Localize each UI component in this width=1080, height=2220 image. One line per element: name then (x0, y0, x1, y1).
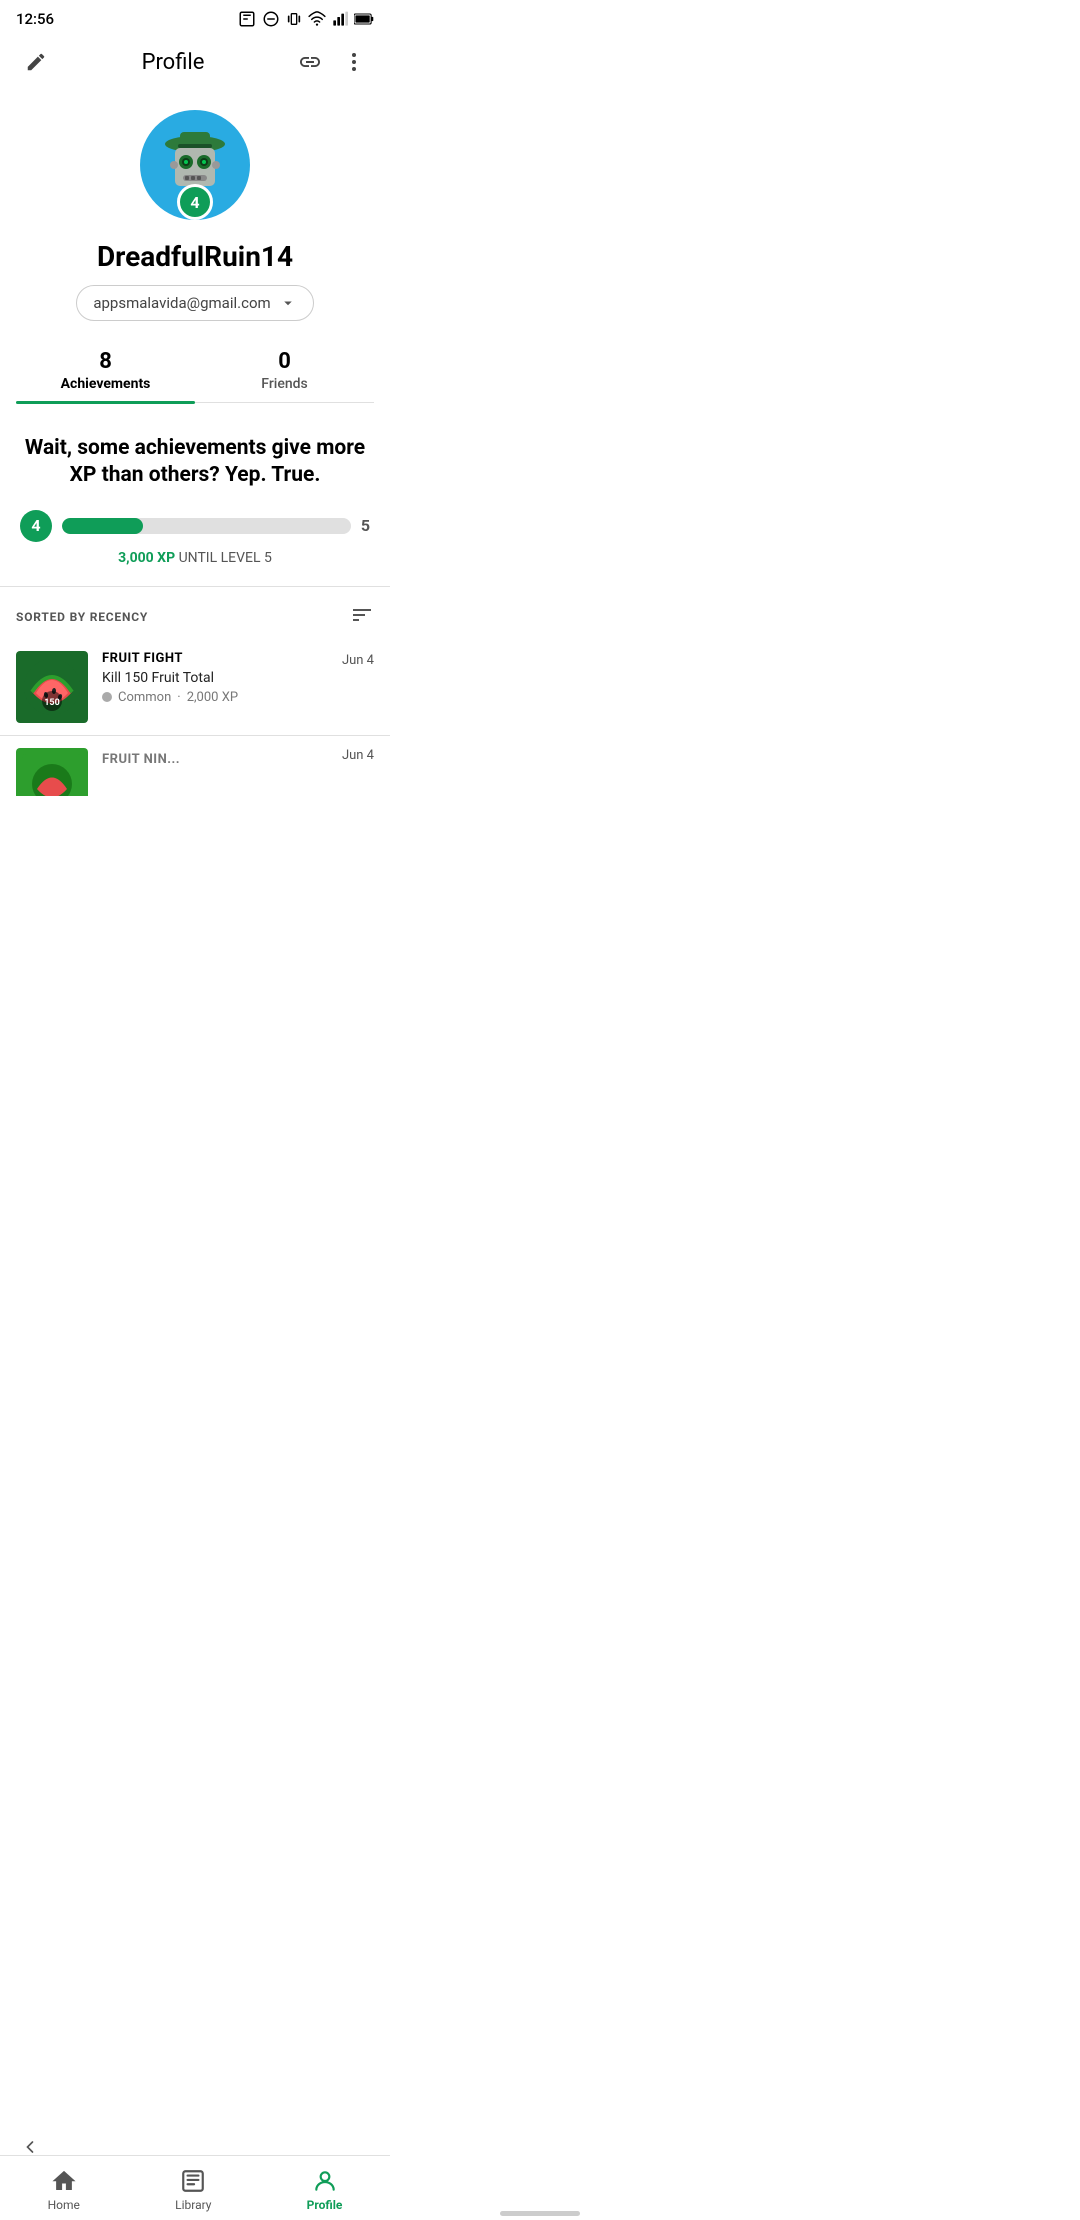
avatar-container: 4 (140, 110, 250, 220)
back-icon (20, 2137, 40, 2157)
achievements-count: 8 (99, 349, 112, 374)
username: DreadfulRuin14 (97, 240, 293, 273)
rarity-dot (102, 692, 112, 702)
more-button[interactable] (334, 42, 374, 82)
bottom-nav: Home Library Profile (0, 2155, 390, 2220)
separator: · (177, 690, 180, 705)
back-button[interactable] (10, 2132, 50, 2162)
library-icon (180, 2168, 206, 2194)
current-level: 4 (20, 510, 52, 542)
notification-icon (238, 10, 256, 28)
friends-count: 0 (278, 349, 291, 374)
nav-profile[interactable]: Profile (287, 2164, 363, 2216)
battery-icon (354, 12, 374, 26)
status-bar: 12:56 (0, 0, 390, 34)
more-icon (342, 50, 366, 74)
wifi-icon (308, 10, 326, 28)
sort-icon (350, 603, 374, 627)
level-badge: 4 (177, 184, 213, 220)
edit-button[interactable] (16, 42, 56, 82)
dropdown-icon (279, 294, 297, 312)
email-text: appsmalavida@gmail.com (93, 294, 270, 312)
xp-message: Wait, some achievements give more XP tha… (20, 435, 370, 490)
link-icon (298, 50, 322, 74)
signal-icon (332, 10, 348, 28)
page-title: Profile (142, 50, 205, 75)
nav-home-label: Home (48, 2198, 80, 2212)
xp-needed: 3,000 XP (118, 550, 175, 566)
sorted-label: SORTED BY RECENCY (16, 610, 148, 624)
status-time: 12:56 (16, 10, 54, 28)
achievement-meta: Common · 2,000 XP (102, 690, 328, 705)
achievement-thumb: 150 (16, 651, 88, 723)
home-icon (51, 2168, 77, 2194)
achievement-game: FRUIT FIGHT (102, 651, 328, 666)
app-bar-actions (290, 42, 374, 82)
link-button[interactable] (290, 42, 330, 82)
achievement-image-2 (22, 754, 82, 796)
nav-home[interactable]: Home (28, 2164, 100, 2216)
profile-icon (312, 2168, 338, 2194)
friends-label: Friends (261, 376, 307, 392)
sorted-section: SORTED BY RECENCY (0, 587, 390, 639)
svg-text:150: 150 (44, 698, 60, 708)
achievement-info: FRUIT FIGHT Kill 150 Fruit Total Common … (102, 651, 328, 705)
achievement-item[interactable]: 150 FRUIT FIGHT Kill 150 Fruit Total Com… (0, 639, 390, 736)
gesture-bar (500, 2211, 580, 2216)
partial-date: Jun 4 (342, 748, 374, 763)
achievements-label: Achievements (61, 376, 151, 392)
achievement-image: 150 (22, 657, 82, 717)
until-label: UNTIL LEVEL 5 (179, 550, 272, 566)
nav-library-label: Library (175, 2198, 211, 2212)
progress-bar-fill (62, 518, 143, 534)
xp-section: Wait, some achievements give more XP tha… (0, 411, 390, 587)
achievement-date: Jun 4 (342, 651, 374, 668)
achievement-thumb-partial (16, 748, 88, 796)
vibrate-icon (286, 10, 302, 28)
progress-bar-bg (62, 518, 351, 534)
progress-row: 4 5 (20, 510, 370, 542)
nav-profile-label: Profile (307, 2198, 343, 2212)
account-selector[interactable]: appsmalavida@gmail.com (76, 285, 313, 321)
next-level: 5 (361, 516, 370, 535)
tab-indicator (16, 401, 195, 404)
xp-label: 3,000 XP UNTIL LEVEL 5 (20, 550, 370, 566)
tab-achievements[interactable]: 8 Achievements (16, 337, 195, 402)
app-bar: Profile (0, 34, 390, 94)
edit-icon (25, 51, 47, 73)
profile-section: 4 DreadfulRuin14 appsmalavida@gmail.com … (0, 94, 390, 411)
tab-friends[interactable]: 0 Friends (195, 337, 374, 402)
xp-value: 2,000 XP (187, 690, 238, 705)
rarity-label: Common (118, 690, 171, 705)
status-icons (238, 10, 374, 28)
achievement-item-partial[interactable]: FRUIT NIN... Jun 4 (0, 736, 390, 796)
partial-game-text: FRUIT NIN... (102, 748, 180, 767)
donotdisturb-icon (262, 10, 280, 28)
tabs-container: 8 Achievements 0 Friends (16, 337, 374, 403)
sort-button[interactable] (350, 603, 374, 631)
nav-library[interactable]: Library (155, 2164, 231, 2216)
achievement-name: Kill 150 Fruit Total (102, 670, 328, 686)
